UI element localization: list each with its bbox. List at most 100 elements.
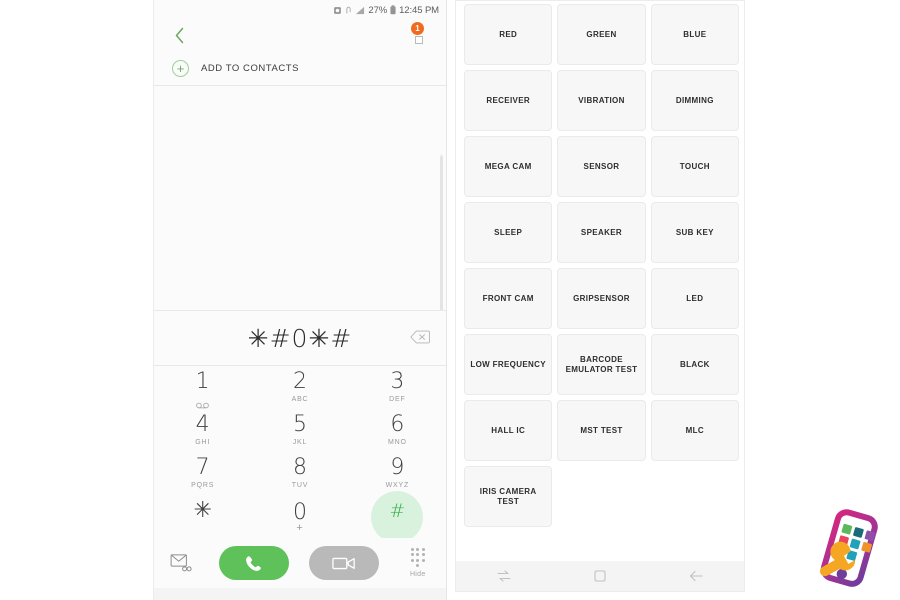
voicemail-icon: [196, 396, 209, 409]
service-menu-tile-label: SENSOR: [583, 161, 620, 171]
key-3[interactable]: 3 DEF: [349, 366, 446, 409]
key-6[interactable]: 6 MNO: [349, 409, 446, 452]
video-call-icon: [332, 557, 356, 569]
hide-keypad-button[interactable]: Hide: [400, 547, 436, 579]
key-2[interactable]: 2 ABC: [251, 366, 348, 409]
service-menu-tile[interactable]: BLACK: [650, 334, 739, 395]
key-3-digit: 3: [390, 369, 405, 394]
service-menu-tile[interactable]: MST TEST: [557, 400, 646, 461]
service-menu-tile[interactable]: MLC: [650, 400, 739, 461]
service-menu-tile[interactable]: HALL IC: [464, 400, 553, 461]
key-hash[interactable]: #: [349, 490, 446, 543]
add-to-contacts-row[interactable]: + ADD TO CONTACTS: [154, 52, 446, 84]
service-menu-grid: RED GREEN BLUE RECEIVER VIBRATION DIMMING MEGA…: [456, 4, 744, 527]
key-9[interactable]: 9 WXYZ: [349, 452, 446, 495]
back-arrow-icon[interactable]: [684, 566, 708, 586]
key-3-letters: DEF: [389, 396, 406, 403]
service-menu-tile-label: SPEAKER: [580, 227, 623, 237]
key-2-letters: ABC: [291, 396, 309, 403]
dialed-number-display: ✳#0✳#: [154, 311, 446, 365]
hide-label: Hide: [409, 571, 426, 579]
service-menu-tile[interactable]: BLUE: [650, 4, 739, 65]
key-star-digit: ✳: [193, 498, 212, 523]
service-menu-tile[interactable]: TOUCH: [650, 136, 739, 197]
status-bar: 27% 12:45 PM: [154, 0, 446, 20]
add-to-contacts-label: ADD TO CONTACTS: [201, 62, 299, 74]
service-menu-tile-label: MLC: [685, 425, 705, 435]
key-star[interactable]: ✳: [154, 495, 251, 538]
dialer-action-bar: Hide: [154, 538, 446, 588]
key-8-letters: TUV: [291, 482, 309, 489]
clock-time: 12:45 PM: [399, 4, 439, 16]
recents-icon[interactable]: [492, 566, 516, 586]
battery-icon: [390, 5, 396, 15]
dialer-keypad: 1 2 ABC 3 DEF 4 GHI 5 JKL 6 MNO 7 PQRS 8…: [154, 366, 446, 543]
key-1[interactable]: 1: [154, 366, 251, 409]
key-6-letters: MNO: [387, 439, 407, 446]
phone-call-icon: [246, 555, 262, 571]
service-menu-tile[interactable]: RECEIVER: [464, 70, 553, 131]
key-7-letters: PQRS: [191, 482, 215, 489]
service-menu-tile[interactable]: SLEEP: [464, 202, 553, 263]
video-call-button[interactable]: [309, 546, 380, 580]
key-5[interactable]: 5 JKL: [251, 409, 348, 452]
status-badge: 1: [411, 22, 424, 35]
key-7-digit: 7: [195, 455, 210, 480]
service-menu-tile[interactable]: BARCODE EMULATOR TEST: [557, 334, 646, 395]
back-chevron-icon[interactable]: [168, 24, 190, 46]
service-menu-tile[interactable]: MEGA CAM: [464, 136, 553, 197]
key-2-digit: 2: [292, 369, 307, 394]
key-9-letters: WXYZ: [385, 482, 410, 489]
call-button[interactable]: [218, 546, 289, 580]
key-0-plus: +: [296, 521, 304, 534]
service-menu-tile[interactable]: SENSOR: [557, 136, 646, 197]
service-menu-tile[interactable]: SPEAKER: [557, 202, 646, 263]
screenshot-root: 27% 12:45 PM 1 + ADD TO CONTACTS ✳#0✳# 1…: [0, 0, 900, 600]
home-square-icon[interactable]: [588, 566, 612, 586]
smartphone-wrench-logo: [806, 506, 892, 592]
key-6-digit: 6: [390, 412, 405, 437]
dialer-bottom-strip: [154, 588, 446, 600]
key-4-letters: GHI: [195, 439, 211, 446]
service-menu-tile-label: DIMMING: [675, 95, 714, 105]
keypad-dots-icon: [410, 547, 425, 568]
service-menu-tile[interactable]: LOW FREQUENCY: [464, 334, 553, 395]
call-log-empty-area: [154, 86, 446, 334]
service-menu-tile-label: LOW FREQUENCY: [470, 359, 546, 369]
service-menu-tile-label: SUB KEY: [675, 227, 714, 237]
signal-icon: [355, 6, 365, 15]
service-menu-tile[interactable]: DIMMING: [650, 70, 739, 131]
key-hash-digit: #: [389, 499, 406, 522]
service-menu-tile[interactable]: FRONT CAM: [464, 268, 553, 329]
alarm-icon: [333, 6, 342, 15]
service-menu-tile-label: MST TEST: [580, 425, 623, 435]
service-menu-tile[interactable]: LED: [650, 268, 739, 329]
key-4[interactable]: 4 GHI: [154, 409, 251, 452]
android-nav-bar: [456, 561, 744, 591]
service-menu-tile-label: TOUCH: [679, 161, 710, 171]
service-menu-tile[interactable]: SUB KEY: [650, 202, 739, 263]
service-menu-tile-label: BLACK: [679, 359, 710, 369]
service-menu-tile[interactable]: RED: [464, 4, 553, 65]
service-menu-tile[interactable]: GREEN: [557, 4, 646, 65]
service-menu-tile[interactable]: IRIS CAMERA TEST: [464, 466, 553, 527]
service-menu-tile[interactable]: GRIPSENSOR: [557, 268, 646, 329]
backspace-icon[interactable]: [410, 330, 430, 344]
service-menu-tile[interactable]: VIBRATION: [557, 70, 646, 131]
service-menu-phone-panel: RED GREEN BLUE RECEIVER VIBRATION DIMMING MEGA…: [455, 0, 745, 592]
scrollbar-thumb[interactable]: [440, 156, 443, 326]
notification-badge-group[interactable]: 1: [408, 22, 430, 48]
dialed-number-text: ✳#0✳#: [247, 323, 353, 353]
key-5-letters: JKL: [292, 439, 308, 446]
key-8[interactable]: 8 TUV: [251, 452, 348, 495]
service-menu-tile-label: FRONT CAM: [482, 293, 534, 303]
key-8-digit: 8: [292, 455, 307, 480]
key-7[interactable]: 7 PQRS: [154, 452, 251, 495]
service-menu-tile-label: IRIS CAMERA TEST: [479, 486, 537, 506]
service-menu-tile-label: GREEN: [586, 29, 617, 39]
key-0[interactable]: 0 +: [251, 495, 348, 538]
service-menu-tile-label: GRIPSENSOR: [573, 293, 630, 303]
message-icon[interactable]: [164, 548, 198, 578]
plus-icon: +: [172, 59, 189, 77]
service-menu-tile-label: BARCODE EMULATOR TEST: [565, 354, 638, 374]
